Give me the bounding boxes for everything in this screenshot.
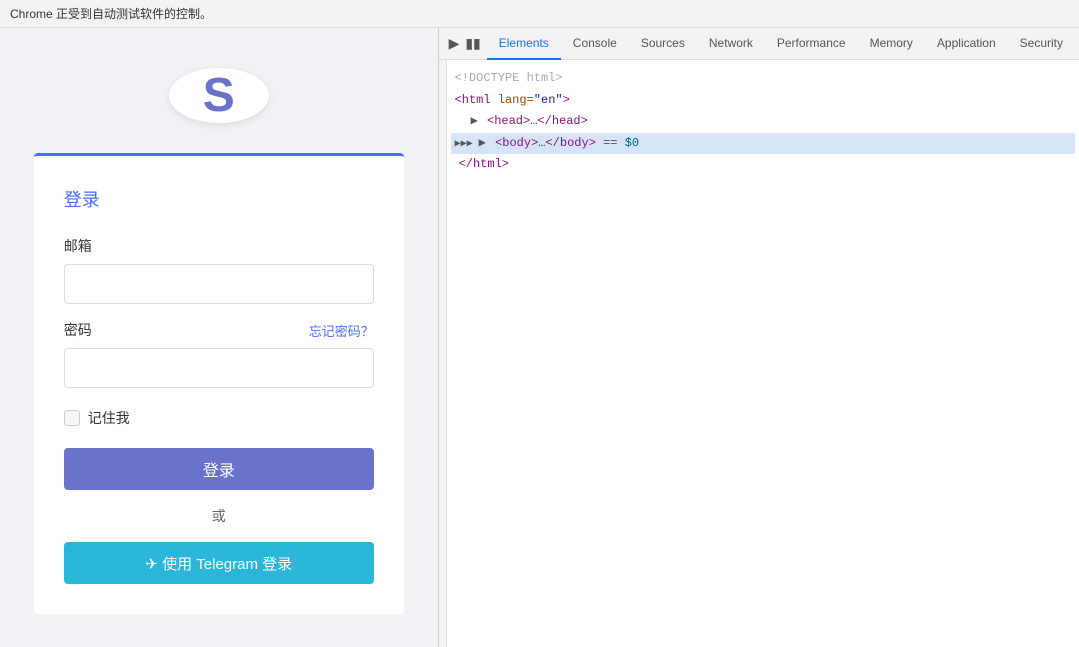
- telegram-button-label: ✈ 使用 Telegram 登录: [145, 553, 292, 574]
- email-label: 邮箱: [64, 236, 374, 256]
- tab-sources[interactable]: Sources: [629, 28, 697, 60]
- tab-elements[interactable]: Elements: [487, 28, 561, 60]
- devtools-gutter: [439, 60, 447, 647]
- tab-console[interactable]: Console: [561, 28, 629, 60]
- login-button[interactable]: 登录: [64, 448, 374, 490]
- devtools-icons: ▶ ▮▮: [443, 35, 487, 52]
- dom-line-head[interactable]: ▶ <head>…</head>: [451, 111, 1075, 133]
- dom-line-body[interactable]: ▶▶▶ ▶ <body>…</body> == $0: [451, 133, 1075, 155]
- logo-letter: S: [203, 68, 235, 123]
- tab-performance[interactable]: Performance: [765, 28, 858, 60]
- dom-line-html[interactable]: <html lang="en">: [451, 90, 1075, 112]
- email-input[interactable]: [64, 264, 374, 304]
- or-divider: 或: [64, 506, 374, 526]
- devtools-toolbar: ▶ ▮▮ Elements Console Sources Network Pe…: [439, 28, 1079, 60]
- telegram-login-button[interactable]: ✈ 使用 Telegram 登录: [64, 542, 374, 584]
- devtools-content: <!DOCTYPE html> <html lang="en"> ▶ <head…: [439, 60, 1079, 647]
- tab-security[interactable]: Security: [1008, 28, 1075, 60]
- login-panel: S 登录 邮箱 密码 忘记密码？ 记住我 登录 或 ✈: [0, 28, 438, 647]
- cursor-icon[interactable]: ▶: [449, 35, 460, 52]
- tab-network[interactable]: Network: [697, 28, 765, 60]
- dom-tree: <!DOCTYPE html> <html lang="en"> ▶ <head…: [447, 60, 1079, 647]
- automation-notice: Chrome 正受到自动测试软件的控制。: [10, 5, 212, 22]
- remember-label: 记住我: [88, 408, 130, 428]
- devtools-tabs: Elements Console Sources Network Perform…: [487, 28, 1075, 60]
- dom-line-html-close: </html>: [451, 154, 1075, 176]
- password-label: 密码: [64, 320, 92, 340]
- password-input[interactable]: [64, 348, 374, 388]
- forgot-password-link[interactable]: 忘记密码？: [309, 321, 374, 340]
- login-card: 登录 邮箱 密码 忘记密码？ 记住我 登录 或 ✈ 使用 Telegram 登录: [34, 153, 404, 614]
- login-title: 登录: [64, 186, 374, 212]
- remember-checkbox[interactable]: [64, 410, 80, 426]
- tab-memory[interactable]: Memory: [858, 28, 925, 60]
- device-icon[interactable]: ▮▮: [465, 35, 480, 52]
- chrome-automation-bar: Chrome 正受到自动测试软件的控制。: [0, 0, 1079, 28]
- main-layout: S 登录 邮箱 密码 忘记密码？ 记住我 登录 或 ✈: [0, 28, 1079, 647]
- devtools-panel: ▶ ▮▮ Elements Console Sources Network Pe…: [438, 28, 1079, 647]
- logo-circle: S: [169, 68, 269, 123]
- password-header: 密码 忘记密码？: [64, 320, 374, 340]
- remember-me-row: 记住我: [64, 408, 374, 428]
- tab-application[interactable]: Application: [925, 28, 1008, 60]
- dom-line-doctype: <!DOCTYPE html>: [451, 68, 1075, 90]
